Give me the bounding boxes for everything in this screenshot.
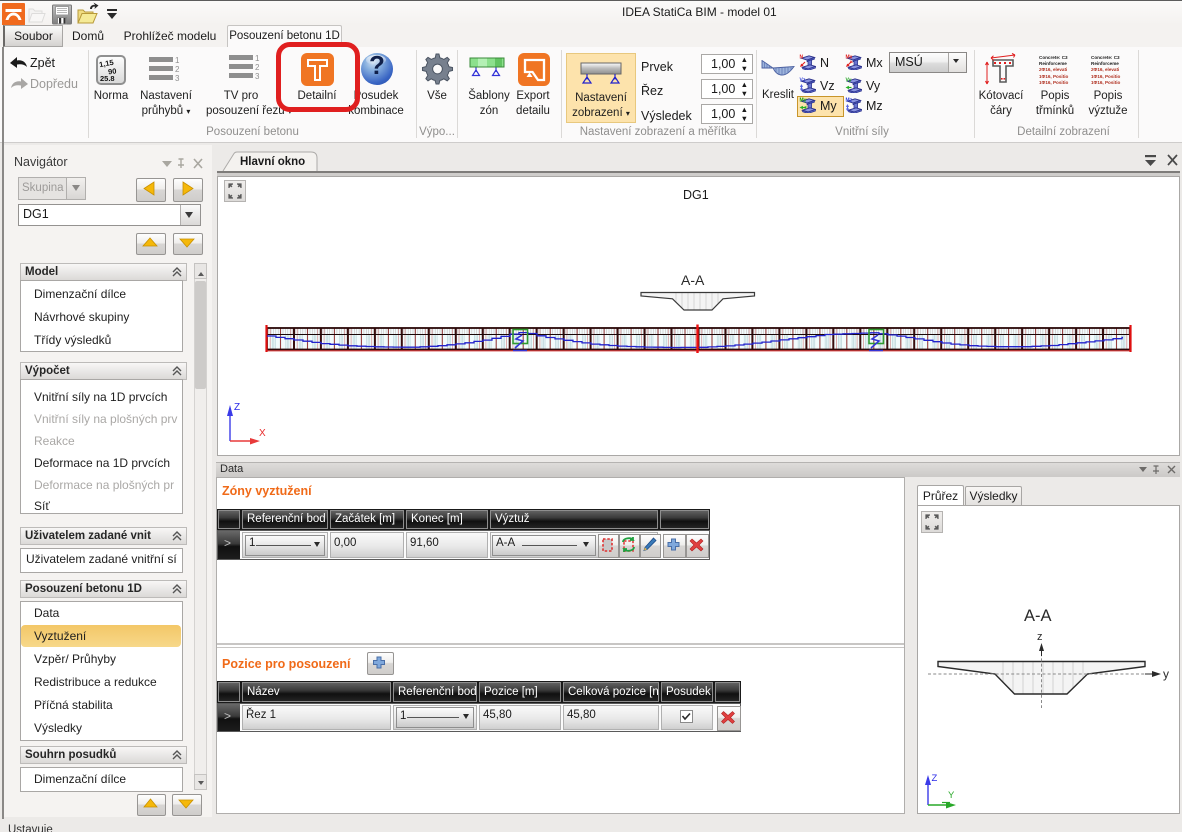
- svg-text:3: 3: [175, 74, 180, 83]
- svg-text:X: X: [259, 428, 266, 439]
- svg-text:y: y: [1163, 667, 1169, 681]
- svg-text:2: 2: [255, 63, 260, 72]
- svg-text:Mz: Mz: [846, 98, 853, 104]
- svg-text:N: N: [800, 55, 804, 61]
- svg-text:Y: Y: [948, 790, 955, 801]
- svg-text:Vy: Vy: [846, 78, 852, 84]
- svg-text:Z: Z: [234, 402, 240, 413]
- svg-text:2: 2: [175, 65, 180, 74]
- svg-text:My: My: [800, 98, 807, 104]
- svg-text:Vz: Vz: [800, 78, 806, 84]
- svg-text:z: z: [1037, 631, 1043, 643]
- svg-text:Z: Z: [932, 773, 938, 784]
- svg-text:Mx: Mx: [846, 55, 853, 61]
- svg-text:3: 3: [255, 72, 260, 81]
- svg-text:1: 1: [175, 56, 180, 65]
- svg-text:1: 1: [255, 54, 260, 63]
